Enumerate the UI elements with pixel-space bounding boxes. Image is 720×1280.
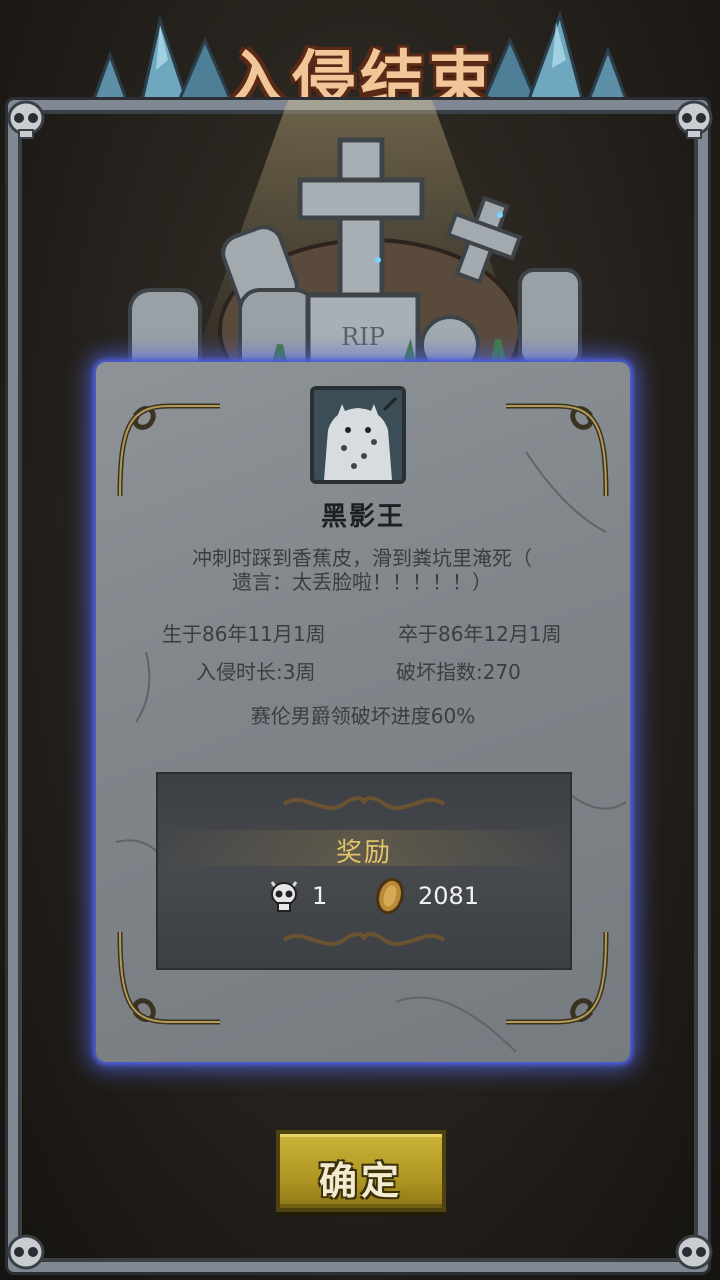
game-over-screen: 入侵结束 RIP 黑影王 冲刺时踩到香蕉皮，滑到粪坑里淹死（ 遗言：太丢脸啦！！… [0,0,720,1280]
graveyard-illustration: RIP [128,137,582,380]
skull-icon [270,881,298,912]
reward-items: 1 2081 [156,876,572,916]
rewards-box: 奖励 1 2081 [156,772,572,970]
death-date: 卒于86年12月1周 [398,622,562,646]
reward-item-gold: 2081 [374,876,479,916]
destruction-progress: 赛伦男爵领破坏进度60% [250,704,476,728]
character-portrait [310,386,406,484]
invasion-duration: 入侵时长:3周 [196,660,316,684]
rip-text: RIP [341,323,385,351]
tombstone-panel: 黑影王 冲刺时踩到香蕉皮，滑到粪坑里淹死（ 遗言：太丢脸啦！！！！！） 生于86… [96,362,630,1062]
gold-coin-icon [376,877,404,915]
scroll-ornament [282,932,446,947]
stats-row-progress: 赛伦男爵领破坏进度60% [96,700,630,729]
reward-item-skull: 1 [268,876,327,916]
character-name: 黑影王 [320,502,405,532]
skull-ornament-icon [675,100,713,139]
confirm-label: 确定 [318,1159,403,1203]
reward-title: 奖励 [335,838,392,868]
corner-ornament [117,403,220,497]
birth-date: 生于86年11月1周 [162,622,326,646]
epitaph-line: 冲刺时踩到香蕉皮，滑到粪坑里淹死（ [192,546,532,570]
skull-ornament-icon [7,100,45,139]
epitaph-line: 遗言：太丢脸啦！！！！！） [232,570,492,594]
reward-value: 1 [312,882,328,910]
skull-ornament-icon [7,1234,45,1270]
character-sprite-icon [314,390,402,480]
skull-ornament-icon [675,1234,713,1270]
scroll-ornament [282,796,446,811]
confirm-button[interactable]: 确定 [276,1130,446,1212]
reward-value: 2081 [418,882,480,910]
corner-ornament [506,403,609,497]
destruction-index: 破坏指数:270 [396,660,521,684]
epitaph: 冲刺时踩到香蕉皮，滑到粪坑里淹死（ 遗言：太丢脸啦！！！！！） [152,546,572,594]
